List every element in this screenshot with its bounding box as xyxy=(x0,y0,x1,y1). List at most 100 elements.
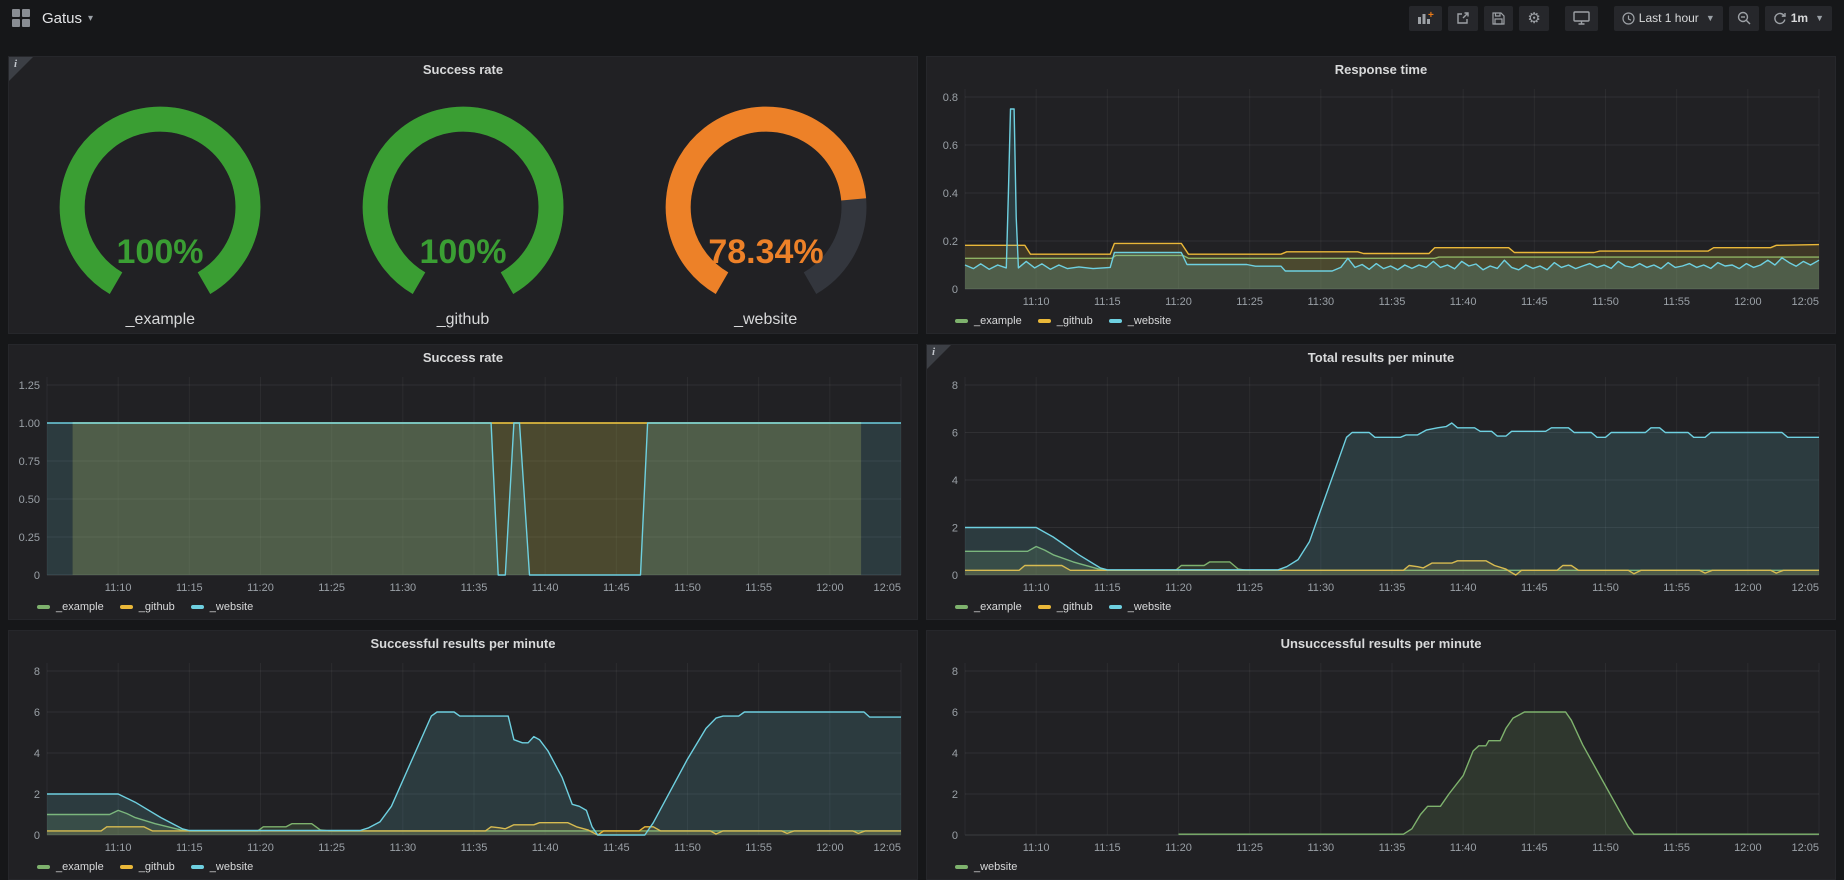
legend-item-_github[interactable]: _github xyxy=(120,601,175,613)
legend-item-_example[interactable]: _example xyxy=(37,601,104,613)
svg-text:4: 4 xyxy=(34,748,40,760)
svg-text:12:00: 12:00 xyxy=(1734,582,1762,594)
svg-text:11:20: 11:20 xyxy=(1165,582,1192,594)
chart-legend: _example _github _website xyxy=(927,309,1835,333)
svg-text:6: 6 xyxy=(34,707,40,719)
chart-legend: _example _github _website xyxy=(9,595,917,619)
legend-marker xyxy=(120,605,133,609)
save-icon xyxy=(1492,12,1505,25)
svg-text:11:55: 11:55 xyxy=(1663,582,1690,594)
panel-info-icon[interactable]: i xyxy=(927,345,951,369)
svg-text:8: 8 xyxy=(952,380,958,392)
svg-text:12:05: 12:05 xyxy=(873,582,901,594)
legend-item-_example[interactable]: _example xyxy=(955,315,1022,327)
legend-item-_website[interactable]: _website xyxy=(191,601,253,613)
svg-text:11:40: 11:40 xyxy=(1450,582,1477,594)
zoom-out-button[interactable] xyxy=(1729,6,1759,31)
panel-info-icon[interactable]: i xyxy=(9,57,33,81)
legend-item-_github[interactable]: _github xyxy=(1038,315,1093,327)
panel-title[interactable]: Response time xyxy=(927,57,1835,83)
panel-title[interactable]: Unsuccessful results per minute xyxy=(927,631,1835,657)
share-button[interactable] xyxy=(1448,6,1478,31)
svg-text:0.8: 0.8 xyxy=(943,92,958,104)
svg-text:11:25: 11:25 xyxy=(318,582,345,594)
svg-text:0.4: 0.4 xyxy=(943,188,958,200)
refresh-icon xyxy=(1773,12,1787,25)
legend-marker xyxy=(955,865,968,869)
unsuccessful-results-chart[interactable]: 0246811:1011:1511:2011:2511:3011:3511:40… xyxy=(927,657,1835,855)
legend-marker xyxy=(37,605,50,609)
legend-item-_example[interactable]: _example xyxy=(955,601,1022,613)
svg-text:6: 6 xyxy=(952,428,958,440)
svg-text:1.25: 1.25 xyxy=(19,380,40,392)
svg-text:2: 2 xyxy=(952,789,958,801)
svg-text:0: 0 xyxy=(34,570,40,582)
gauges-row: 100%_example100%_github78.34%_website xyxy=(9,83,917,333)
dashboard-grid: i Success rate 100%_example100%_github78… xyxy=(0,36,1844,880)
svg-text:11:20: 11:20 xyxy=(1165,842,1192,854)
gauge-_github: 100% _github xyxy=(312,103,615,333)
legend-marker xyxy=(1038,319,1051,323)
legend-item-_website[interactable]: _website xyxy=(1109,601,1171,613)
panel-total-results: i Total results per minute 0246811:1011:… xyxy=(926,344,1836,620)
legend-marker xyxy=(120,865,133,869)
legend-item-_website[interactable]: _website xyxy=(1109,315,1171,327)
add-panel-button[interactable]: + xyxy=(1409,6,1442,31)
panel-title[interactable]: Total results per minute xyxy=(927,345,1835,371)
svg-text:11:45: 11:45 xyxy=(603,842,630,854)
panel-title[interactable]: Success rate xyxy=(9,57,917,83)
clock-icon xyxy=(1622,12,1635,25)
svg-text:11:10: 11:10 xyxy=(1023,296,1050,308)
settings-button[interactable]: ⚙ xyxy=(1519,6,1548,31)
legend-marker xyxy=(1109,605,1122,609)
response-time-chart[interactable]: 00.20.40.60.811:1011:1511:2011:2511:3011… xyxy=(927,83,1835,309)
svg-text:11:40: 11:40 xyxy=(1450,842,1477,854)
panel-success-rate-timeseries: Success rate 00.250.500.751.001.2511:101… xyxy=(8,344,918,620)
svg-text:11:55: 11:55 xyxy=(745,582,772,594)
svg-text:0.2: 0.2 xyxy=(943,236,958,248)
total-results-chart[interactable]: 0246811:1011:1511:2011:2511:3011:3511:40… xyxy=(927,371,1835,595)
svg-text:12:00: 12:00 xyxy=(816,842,844,854)
legend-label: _website xyxy=(974,861,1017,873)
gauge-_example: 100%_example xyxy=(9,103,312,333)
svg-text:11:25: 11:25 xyxy=(1236,842,1263,854)
refresh-button[interactable]: 1m ▼ xyxy=(1765,6,1832,31)
panel-title[interactable]: Successful results per minute xyxy=(9,631,917,657)
legend-label: _example xyxy=(56,601,104,613)
panel-title[interactable]: Success rate xyxy=(9,345,917,371)
save-button[interactable] xyxy=(1484,6,1513,31)
svg-text:11:35: 11:35 xyxy=(1379,582,1406,594)
legend-item-_github[interactable]: _github xyxy=(120,861,175,873)
svg-text:11:45: 11:45 xyxy=(603,582,630,594)
svg-text:12:05: 12:05 xyxy=(1791,582,1819,594)
legend-item-_website[interactable]: _website xyxy=(955,861,1017,873)
legend-item-_github[interactable]: _github xyxy=(1038,601,1093,613)
dashboard-title[interactable]: Gatus xyxy=(42,10,82,27)
chart-legend: _website xyxy=(927,855,1835,879)
svg-text:11:15: 11:15 xyxy=(1094,842,1121,854)
legend-label: _website xyxy=(210,861,253,873)
svg-text:4: 4 xyxy=(952,475,958,487)
svg-text:11:35: 11:35 xyxy=(461,842,488,854)
legend-item-_website[interactable]: _website xyxy=(191,861,253,873)
svg-text:11:50: 11:50 xyxy=(1592,296,1619,308)
time-range-button[interactable]: Last 1 hour ▼ xyxy=(1614,6,1723,31)
dashboards-grid-icon[interactable] xyxy=(12,9,30,27)
navbar: Gatus ▾ + ⚙ Last 1 hour ▼ 1m ▼ xyxy=(0,0,1844,36)
svg-text:0.25: 0.25 xyxy=(19,532,40,544)
svg-text:11:25: 11:25 xyxy=(1236,296,1263,308)
time-range-label: Last 1 hour xyxy=(1639,11,1699,25)
svg-text:100%: 100% xyxy=(420,233,507,271)
legend-item-_example[interactable]: _example xyxy=(37,861,104,873)
gauge-label: _github xyxy=(437,311,490,329)
legend-label: _example xyxy=(974,601,1022,613)
svg-text:8: 8 xyxy=(952,666,958,678)
success-rate-chart[interactable]: 00.250.500.751.001.2511:1011:1511:2011:2… xyxy=(9,371,917,595)
legend-label: _example xyxy=(56,861,104,873)
legend-marker xyxy=(955,319,968,323)
chart-legend: _example _github _website xyxy=(9,855,917,879)
legend-label: _website xyxy=(210,601,253,613)
cycle-view-button[interactable] xyxy=(1565,6,1598,31)
legend-marker xyxy=(191,605,204,609)
successful-results-chart[interactable]: 0246811:1011:1511:2011:2511:3011:3511:40… xyxy=(9,657,917,855)
